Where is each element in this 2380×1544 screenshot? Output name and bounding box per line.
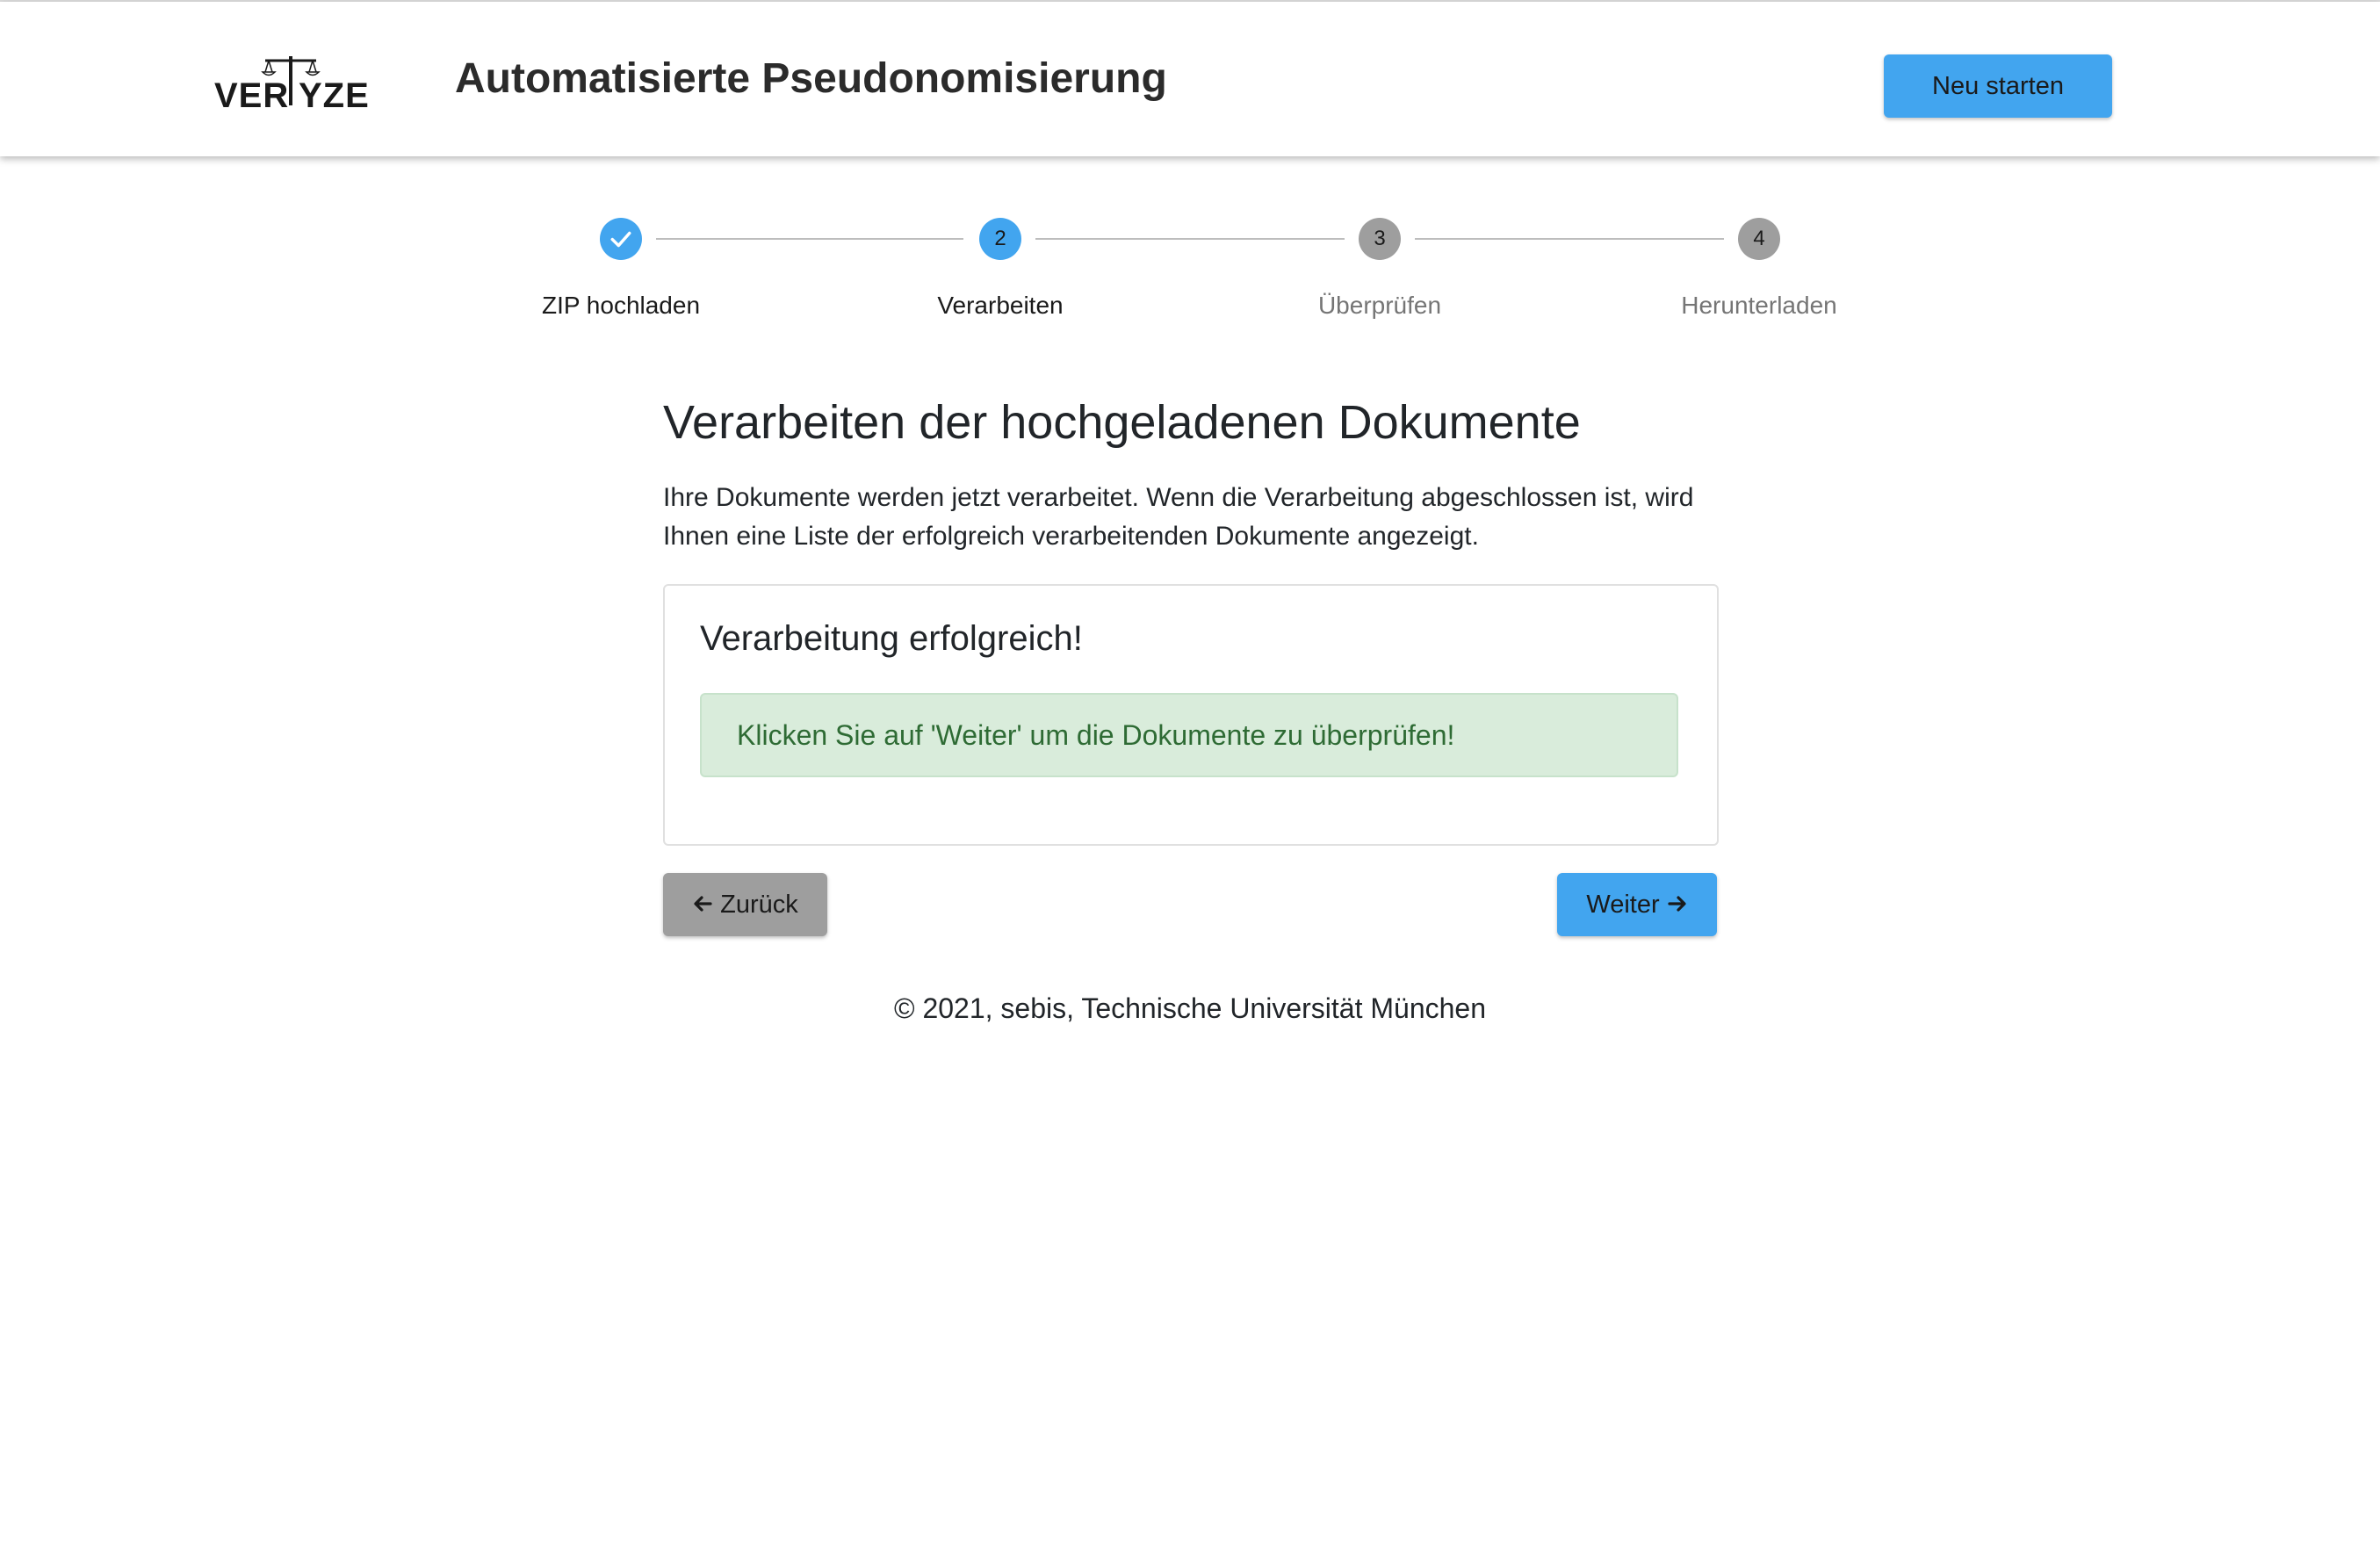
success-alert-message: Klicken Sie auf 'Weiter' um die Dokument… (737, 718, 1455, 751)
step-4-number: 4 (1738, 218, 1780, 260)
next-button[interactable]: Weiter (1557, 873, 1717, 936)
step-connector (656, 238, 963, 240)
back-button-label: Zurück (720, 890, 798, 919)
step-label-upload: ZIP hochladen (541, 292, 701, 319)
footer-copyright: © 2021, sebis, Technische Universität Mü… (893, 992, 1486, 1024)
step-label-review: Überprüfen (1317, 292, 1442, 319)
page-heading: Verarbeiten der hochgeladenen Dokumente (663, 396, 1581, 449)
restart-button[interactable]: Neu starten (1884, 54, 2112, 118)
next-button-label: Weiter (1586, 890, 1660, 919)
progress-stepper: 2 3 4 ZIP hochladen Verarbeiten Überprüf… (0, 211, 2380, 334)
verlyze-logo[interactable]: VER YZE (214, 53, 372, 111)
svg-text:VER: VER (214, 76, 289, 111)
intro-text: Ihre Dokumente werden jetzt verarbeitet.… (663, 483, 1694, 551)
step-connector (1415, 238, 1724, 240)
status-card-title: Verarbeitung erfolgreich! (700, 619, 1083, 658)
svg-text:YZE: YZE (299, 76, 370, 111)
step-label-download: Herunterladen (1681, 292, 1837, 319)
step-1-check-icon (600, 218, 642, 260)
step-label-process: Verarbeiten (937, 292, 1064, 319)
success-alert: Klicken Sie auf 'Weiter' um die Dokument… (700, 693, 1678, 777)
step-3-number: 3 (1359, 218, 1401, 260)
step-2-number: 2 (979, 218, 1021, 260)
status-card: Verarbeitung erfolgreich! Klicken Sie au… (663, 584, 1719, 846)
app-header: VER YZE Automatisierte Pseudonomisierung… (0, 2, 2380, 156)
app-title: Automatisierte Pseudonomisierung (455, 55, 1167, 102)
arrow-right-icon (1667, 891, 1688, 919)
step-connector (1035, 238, 1345, 240)
back-button[interactable]: Zurück (663, 873, 827, 936)
arrow-left-icon (692, 891, 713, 919)
